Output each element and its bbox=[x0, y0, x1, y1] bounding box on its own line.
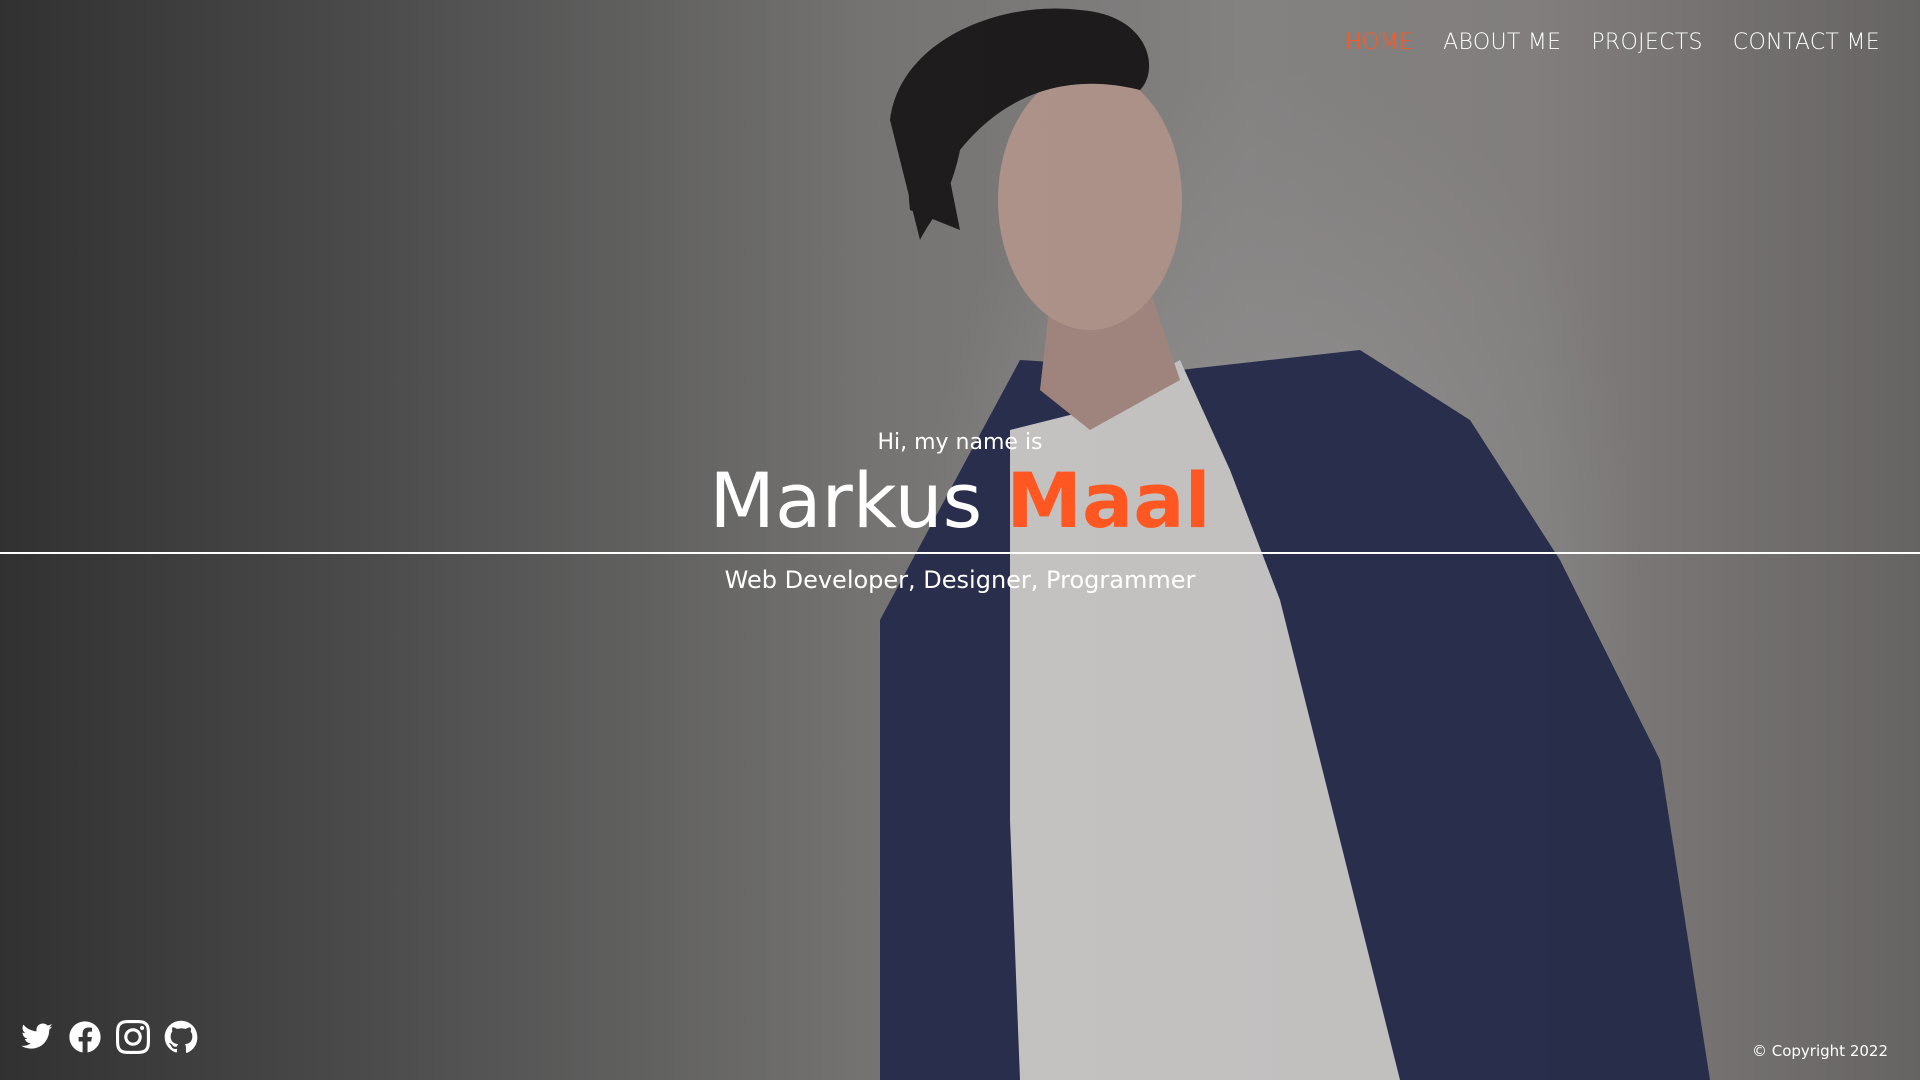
nav-home[interactable]: HOME bbox=[1345, 30, 1413, 55]
main-navigation: HOME ABOUT ME PROJECTS CONTACT ME bbox=[1345, 30, 1880, 55]
landing-page: HOME ABOUT ME PROJECTS CONTACT ME Hi, my… bbox=[0, 0, 1920, 1080]
hero-last-name: Maal bbox=[1006, 456, 1211, 545]
nav-about-me[interactable]: ABOUT ME bbox=[1443, 30, 1561, 55]
nav-contact-me[interactable]: CONTACT ME bbox=[1733, 30, 1880, 55]
nav-projects[interactable]: PROJECTS bbox=[1591, 30, 1702, 55]
hero-section: Hi, my name is Markus Maal bbox=[0, 430, 1920, 547]
hero-first-name: Markus bbox=[709, 456, 983, 545]
facebook-icon[interactable] bbox=[68, 1020, 102, 1054]
instagram-icon[interactable] bbox=[116, 1020, 150, 1054]
copyright-text: © Copyright 2022 bbox=[1751, 1042, 1888, 1060]
hero-roles: Web Developer, Designer, Programmer bbox=[724, 566, 1196, 594]
hero-greeting: Hi, my name is bbox=[877, 430, 1043, 455]
hero-name: Markus Maal bbox=[0, 455, 1920, 547]
twitter-icon[interactable] bbox=[20, 1020, 54, 1054]
hero-divider bbox=[0, 552, 1920, 554]
social-links bbox=[20, 1020, 198, 1054]
github-icon[interactable] bbox=[164, 1020, 198, 1054]
